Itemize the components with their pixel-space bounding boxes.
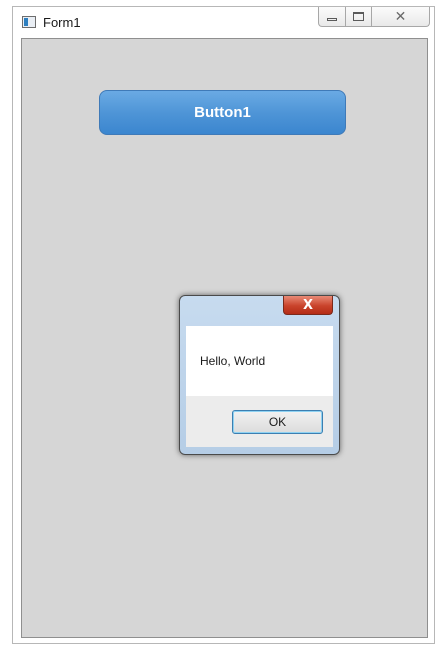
form1-window: Form1 ✕ Button1 X Hello, World OK xyxy=(12,6,435,644)
close-icon: ✕ xyxy=(394,8,407,25)
close-icon: X xyxy=(302,297,314,313)
form-client-area: Button1 X Hello, World OK xyxy=(21,38,428,638)
message-box: X Hello, World OK xyxy=(179,295,340,455)
message-text: Hello, World xyxy=(200,354,266,368)
button1[interactable]: Button1 xyxy=(99,90,346,135)
maximize-button[interactable] xyxy=(346,7,372,27)
maximize-icon xyxy=(353,12,364,21)
close-button[interactable]: ✕ xyxy=(372,7,430,27)
caption-buttons: ✕ xyxy=(318,7,430,29)
window-title: Form1 xyxy=(43,15,81,30)
title-bar[interactable]: Form1 ✕ xyxy=(13,7,434,38)
message-box-footer: OK xyxy=(186,396,333,447)
message-box-content: Hello, World xyxy=(186,326,333,396)
message-box-close-button[interactable]: X xyxy=(283,296,333,315)
minimize-icon xyxy=(327,18,337,21)
ok-button[interactable]: OK xyxy=(232,410,323,434)
app-icon[interactable] xyxy=(22,16,36,28)
minimize-button[interactable] xyxy=(318,7,346,27)
